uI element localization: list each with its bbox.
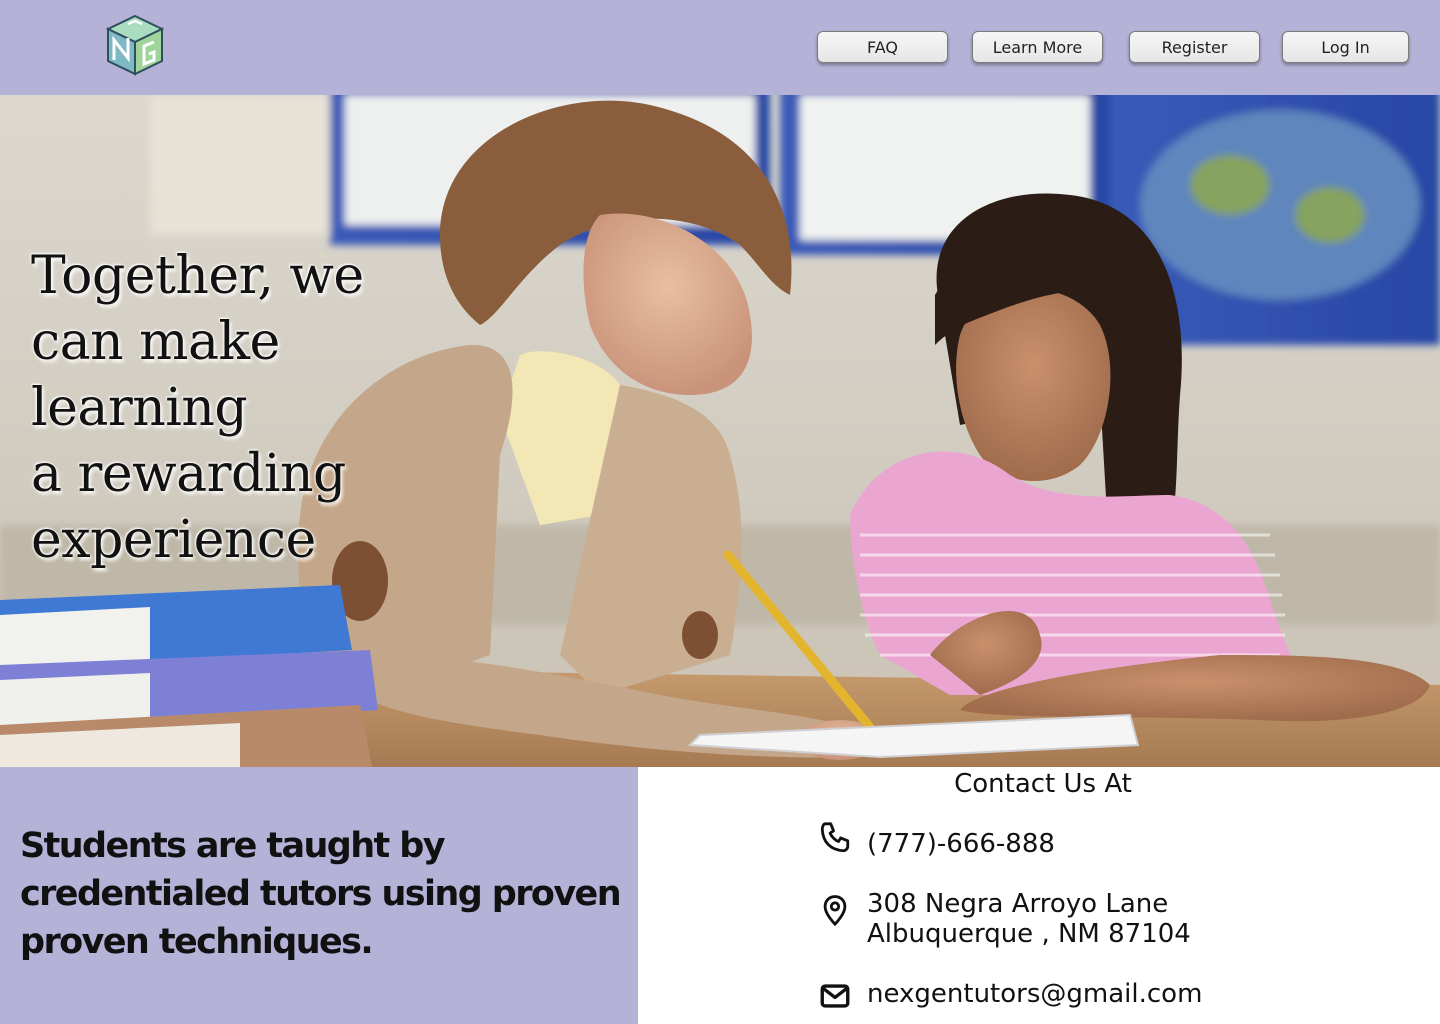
log-in-button[interactable]: Log In bbox=[1282, 31, 1409, 63]
contact-title: Contact Us At bbox=[954, 769, 1132, 799]
hero-headline-line: a rewarding bbox=[31, 444, 346, 504]
address-line-1: 308 Negra Arroyo Lane bbox=[867, 889, 1169, 919]
phone-icon bbox=[818, 821, 852, 855]
contact-panel: Contact Us At (777)-666-888 308 Negra Ar… bbox=[638, 767, 1440, 1024]
hero-headline-line: learning bbox=[31, 378, 248, 438]
hero-headline-line: can make bbox=[31, 312, 280, 372]
mail-icon bbox=[818, 979, 852, 1013]
learn-more-button[interactable]: Learn More bbox=[972, 31, 1103, 63]
hero-banner: Together, we can make learning a rewardi… bbox=[0, 95, 1440, 767]
phone-number-link[interactable]: (777)-666-888 bbox=[867, 829, 1055, 859]
address-line-2: Albuquerque , NM 87104 bbox=[867, 919, 1191, 949]
tagline-text: Students are taught by credentialed tuto… bbox=[20, 826, 622, 962]
info-panel: Students are taught by credentialed tuto… bbox=[0, 767, 638, 1024]
site-header: FAQ Learn More Register Log In bbox=[0, 0, 1440, 95]
faq-button[interactable]: FAQ bbox=[817, 31, 948, 63]
email-link[interactable]: nexgentutors@gmail.com bbox=[867, 979, 1202, 1009]
hero-headline-line: Together, we bbox=[31, 246, 364, 306]
hero-headline: Together, we can make learning a rewardi… bbox=[31, 243, 451, 573]
hero-headline-line: experience bbox=[31, 510, 316, 570]
register-button[interactable]: Register bbox=[1129, 31, 1260, 63]
ng-cube-logo-icon[interactable] bbox=[104, 14, 166, 76]
location-pin-icon bbox=[818, 893, 852, 927]
